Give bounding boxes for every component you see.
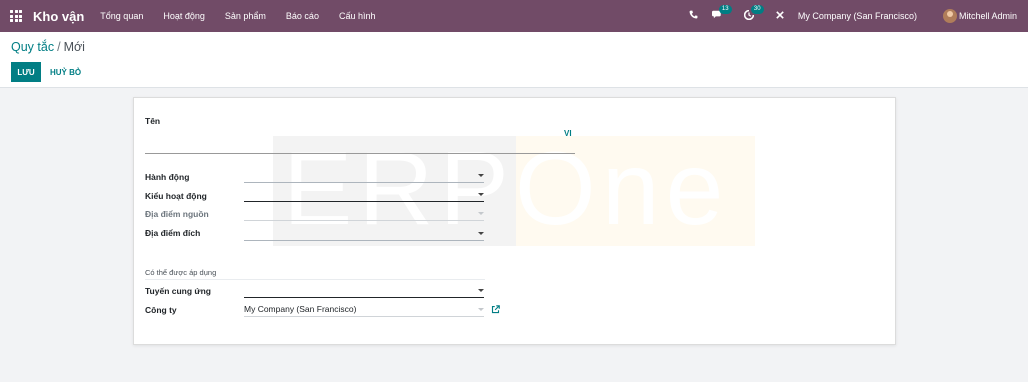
company-switcher[interactable]: My Company (San Francisco) (798, 11, 917, 21)
breadcrumb-parent[interactable]: Quy tắc (11, 40, 54, 54)
control-panel: Quy tắc / Mới LƯU HUỶ BỎ (0, 32, 1028, 88)
applicability-group-title: Có thể được áp dụng (145, 268, 217, 277)
chevron-down-icon (478, 232, 484, 235)
form-sheet: ERPOne Tên VI Hành động Kiểu hoạt động Đ… (133, 97, 896, 345)
field-label-source-location: Địa điểm nguồn (145, 209, 209, 219)
chevron-down-icon (478, 289, 484, 292)
discard-button[interactable]: HUỶ BỎ (46, 62, 85, 82)
group-divider (145, 279, 485, 280)
destination-location-select[interactable] (244, 228, 484, 241)
menu-item-configuration[interactable]: Cấu hình (339, 11, 376, 21)
field-label-action: Hành động (145, 172, 190, 182)
apps-menu-icon[interactable] (10, 10, 22, 22)
chevron-down-icon (478, 308, 484, 311)
menu-item-operations[interactable]: Hoạt động (163, 11, 205, 21)
name-input[interactable] (145, 140, 575, 154)
route-select[interactable] (244, 285, 484, 298)
breadcrumb: Quy tắc / Mới (11, 40, 85, 54)
main-menu: Tổng quan Hoạt động Sản phẩm Báo cáo Cấu… (100, 11, 395, 21)
activities-icon[interactable]: 30 (743, 4, 764, 23)
action-select[interactable] (244, 170, 484, 183)
menu-item-products[interactable]: Sản phẩm (225, 11, 266, 21)
avatar (942, 9, 957, 23)
language-button[interactable]: VI (564, 129, 572, 138)
chevron-down-icon (478, 193, 484, 196)
company-select[interactable]: My Company (San Francisco) (244, 304, 484, 317)
messages-count-badge: 13 (718, 5, 732, 14)
field-label-destination-location: Địa điểm đích (145, 228, 201, 238)
user-menu[interactable]: Mitchell Admin (942, 9, 1017, 23)
phone-icon[interactable] (689, 10, 698, 22)
user-name: Mitchell Admin (958, 11, 1017, 21)
breadcrumb-separator: / (57, 40, 61, 54)
navbar-systray: 13 30 My Company (San Francisco) Mitchel… (689, 0, 1028, 32)
activities-count-badge: 30 (750, 4, 764, 14)
messages-icon[interactable]: 13 (711, 5, 732, 22)
close-icon[interactable] (776, 10, 784, 22)
chevron-down-icon (478, 212, 484, 215)
save-button[interactable]: LƯU (11, 62, 41, 82)
field-label-operation-type: Kiểu hoạt động (145, 191, 207, 201)
field-label-route: Tuyến cung ứng (145, 286, 211, 296)
company-value: My Company (San Francisco) (244, 304, 357, 314)
top-navbar: Kho vận Tổng quan Hoạt động Sản phẩm Báo… (0, 0, 1028, 32)
source-location-select[interactable] (244, 208, 484, 221)
chevron-down-icon (478, 174, 484, 177)
menu-item-overview[interactable]: Tổng quan (100, 11, 143, 21)
operation-type-select[interactable] (244, 189, 484, 202)
field-label-company: Công ty (145, 305, 177, 315)
menu-item-reporting[interactable]: Báo cáo (286, 11, 319, 21)
breadcrumb-current: Mới (63, 40, 85, 54)
name-label: Tên (145, 116, 161, 126)
external-link-icon[interactable] (491, 305, 500, 314)
app-name[interactable]: Kho vận (33, 9, 84, 24)
